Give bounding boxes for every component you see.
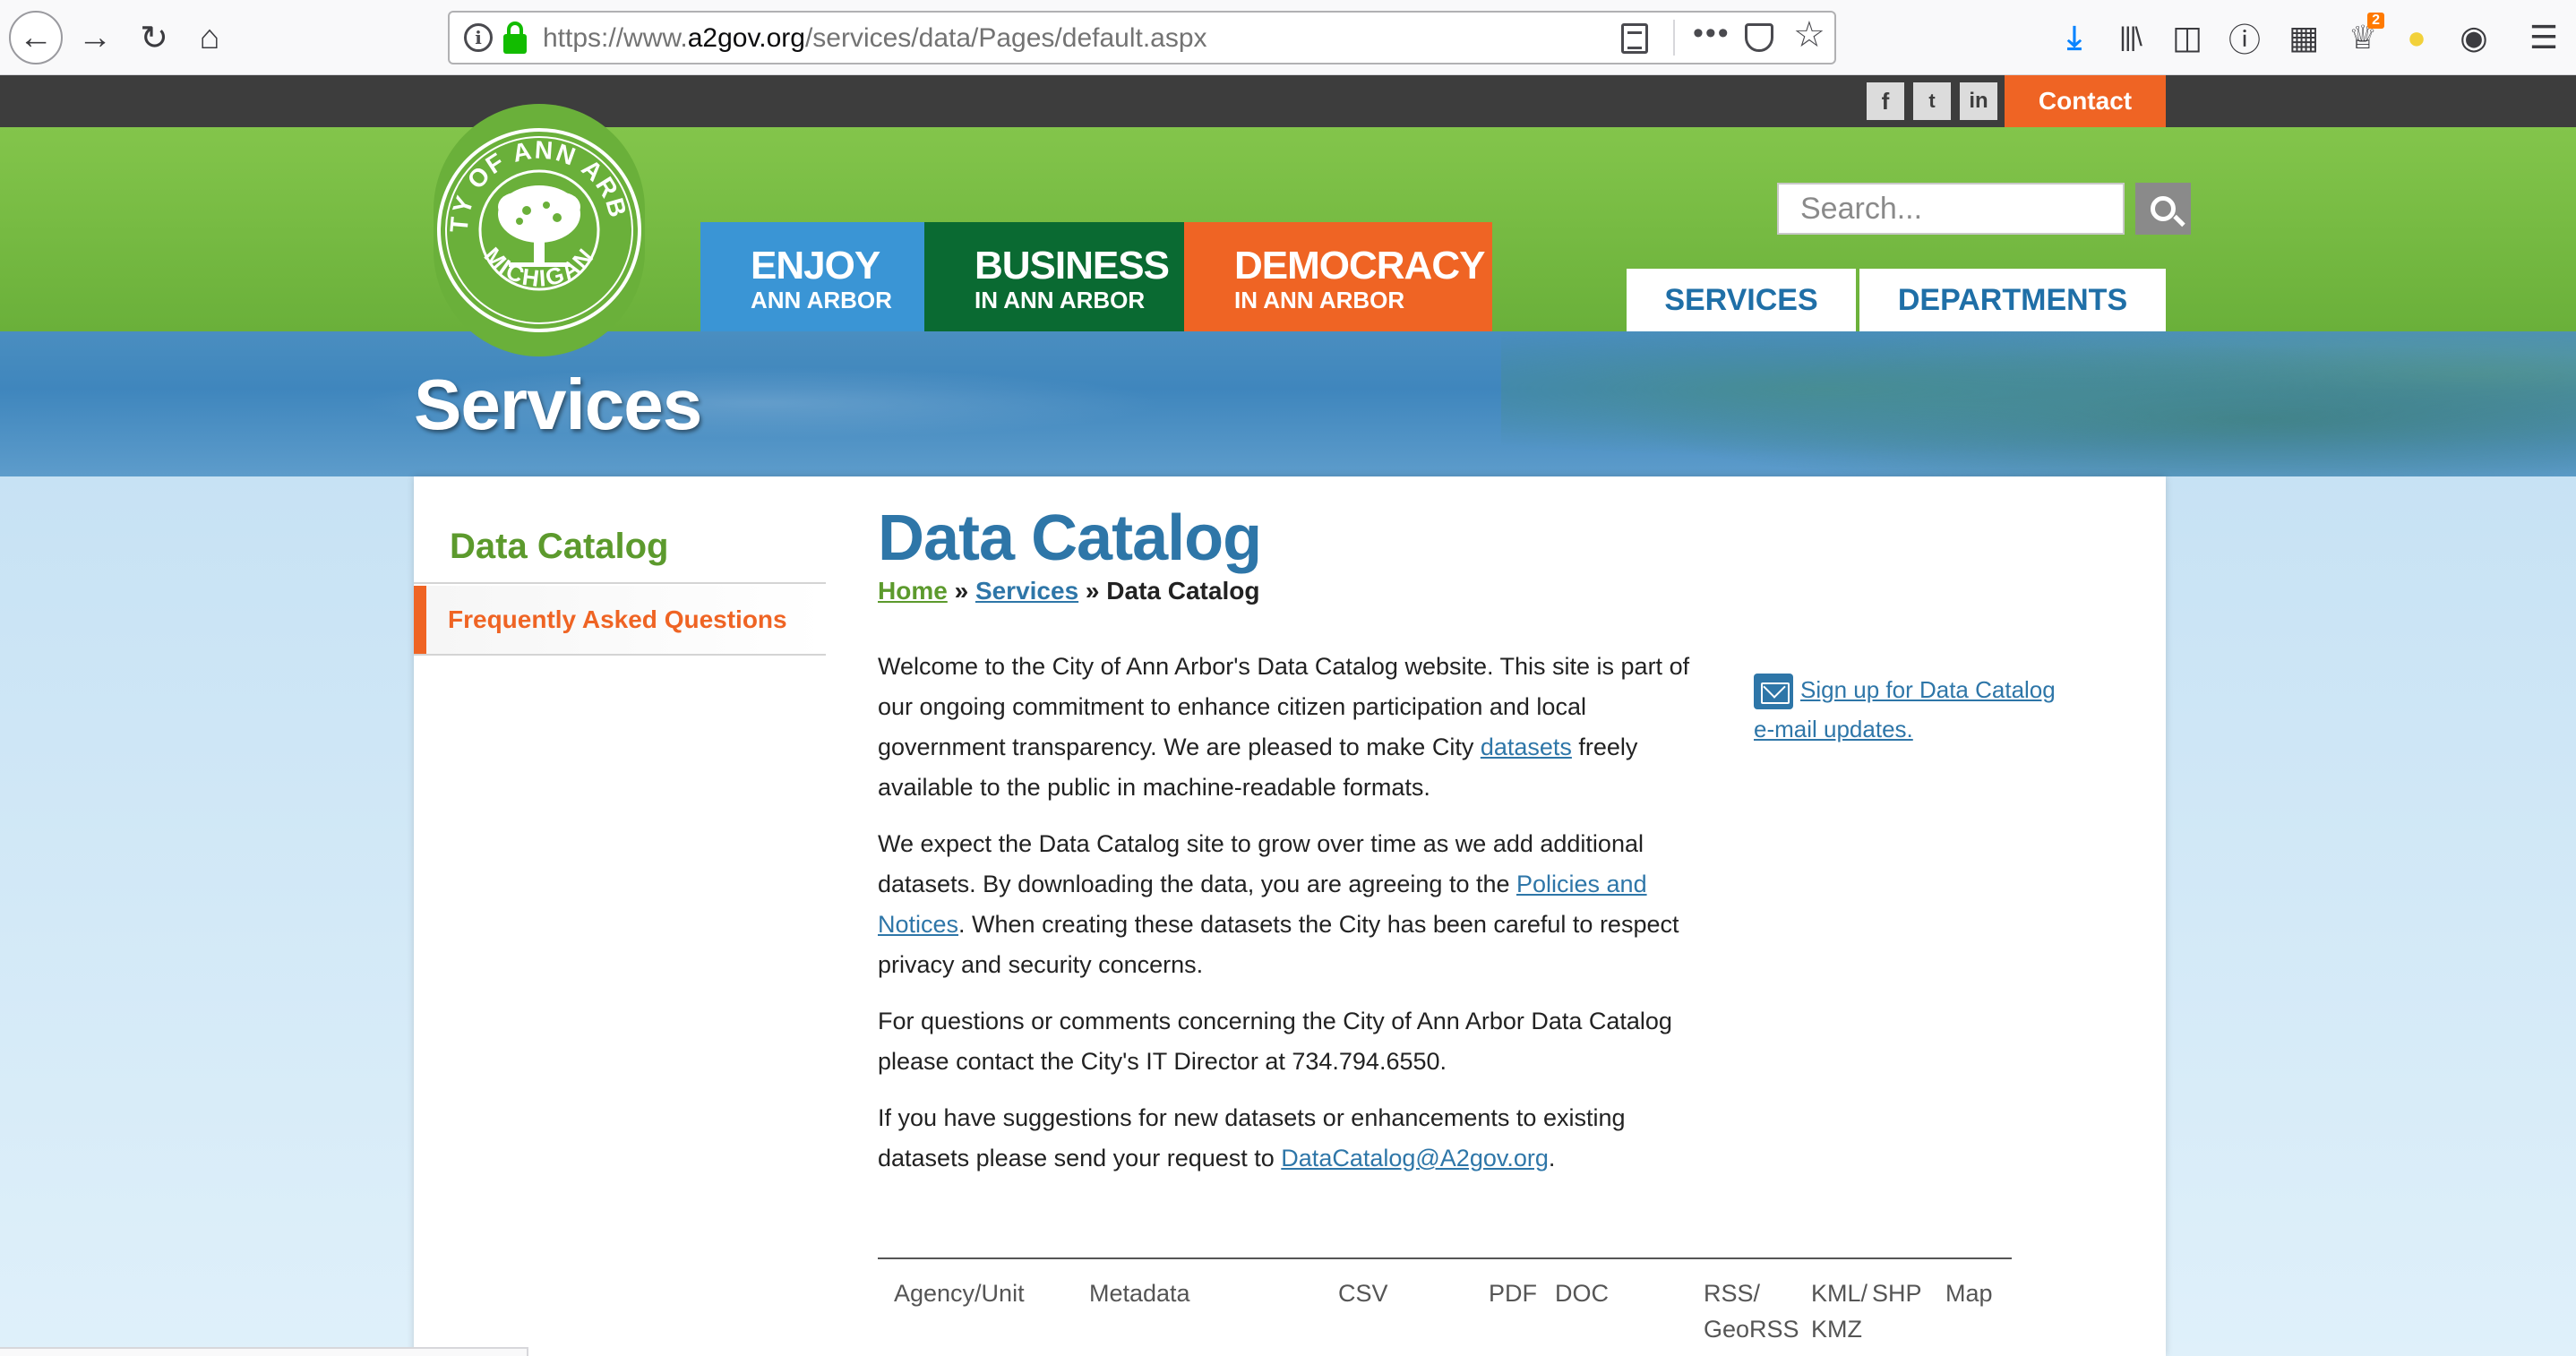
breadcrumb-current: Data Catalog [1106, 577, 1260, 605]
pocket-icon[interactable] [1745, 23, 1773, 52]
hero-trees-image [1501, 331, 2576, 476]
browser-toolbar: ← → ↻ ⌂ i https://www.a2gov.org/services… [0, 0, 2576, 75]
bookmark-star-icon[interactable]: ☆ [1793, 14, 1825, 56]
addon-badge: 2 [2367, 13, 2384, 29]
content-panel: Data Catalog Frequently Asked Questions … [414, 476, 2166, 1356]
reader-list-icon[interactable]: ▦ [2279, 13, 2329, 63]
signup-line-1: Sign up for Data Catalog [1800, 676, 2056, 703]
search-icon [2151, 196, 2176, 221]
city-seal-logo[interactable]: CITY OF ANN ARBOR MICHIGAN [434, 104, 645, 356]
intro-paragraph: Welcome to the City of Ann Arbor's Data … [878, 647, 1702, 808]
column-header-metadata: Metadata [1089, 1280, 1190, 1307]
signup-line-2: e-mail updates. [1754, 716, 1913, 743]
sidebar-icon[interactable]: ◫ [2162, 13, 2212, 63]
nav-democracy-in-ann-arbor[interactable]: DEMOCRACY IN ANN ARBOR [1184, 222, 1492, 331]
breadcrumb-home-link[interactable]: Home [878, 577, 948, 605]
lock-icon [503, 21, 527, 54]
column-header-pdf: PDF [1489, 1280, 1537, 1307]
nav-democracy-subtitle: IN ANN ARBOR [1234, 287, 1405, 313]
agreement-paragraph: We expect the Data Catalog site to grow … [878, 824, 1702, 985]
url-separator [1673, 20, 1675, 56]
dataset-table-header: Agency/Unit Metadata CSV PDF DOC RSS/ Ge… [878, 1257, 2012, 1356]
back-icon[interactable]: ← [9, 11, 63, 64]
hero-banner: Services [0, 331, 2576, 476]
search-placeholder: Search... [1800, 192, 1923, 226]
breadcrumb-services-link[interactable]: Services [975, 577, 1078, 605]
column-header-agency: Agency/Unit [894, 1280, 1025, 1307]
hero-title: Services [414, 365, 702, 444]
sidebar-item-faq[interactable]: Frequently Asked Questions [414, 586, 826, 654]
contact-button[interactable]: Contact [2005, 75, 2166, 127]
search-button[interactable] [2135, 183, 2191, 235]
account-icon[interactable]: ◉ [2449, 13, 2499, 63]
library-icon[interactable]: |||\ [2105, 13, 2155, 63]
url-bar[interactable]: i https://www.a2gov.org/services/data/Pa… [448, 11, 1836, 64]
facebook-icon[interactable]: f [1867, 82, 1904, 120]
agreement-text-end: . When creating these datasets the City … [878, 911, 1679, 978]
email-signup-link[interactable]: Sign up for Data Catalog e-mail updates. [1754, 670, 2112, 749]
bulb-icon[interactable]: ● [2391, 13, 2442, 63]
nav-business-in-ann-arbor[interactable]: BUSINESS IN ANN ARBOR [924, 222, 1184, 331]
page-title: Data Catalog [878, 502, 1262, 574]
reload-icon[interactable]: ↻ [127, 11, 181, 64]
search-input[interactable]: Search... [1777, 183, 2125, 235]
nav-business-subtitle: IN ANN ARBOR [975, 287, 1146, 313]
datasets-link[interactable]: datasets [1481, 734, 1572, 760]
nav-business-title: BUSINESS [975, 244, 1170, 288]
forward-icon[interactable]: → [68, 11, 122, 64]
column-header-doc: DOC [1555, 1280, 1609, 1307]
tab-services[interactable]: SERVICES [1627, 269, 1856, 331]
breadcrumb: Home » Services » Data Catalog [878, 577, 1259, 605]
menu-icon[interactable]: ☰ [2519, 13, 2569, 63]
email-link[interactable]: DataCatalog@A2gov.org [1281, 1145, 1549, 1171]
site-topbar: f t in Contact [0, 75, 2576, 127]
downloads-icon[interactable]: ⤓ [2049, 13, 2099, 63]
sidebar-title[interactable]: Data Catalog [450, 527, 669, 567]
tab-departments[interactable]: DEPARTMENTS [1859, 269, 2166, 331]
addon-icon[interactable]: ♕ 2 [2338, 13, 2388, 63]
nav-enjoy-subtitle: ANN ARBOR [751, 287, 892, 313]
column-header-shp: SHP [1872, 1280, 1922, 1307]
status-bar-edge [0, 1347, 528, 1356]
breadcrumb-separator: » [1078, 577, 1107, 605]
seal-graphic: CITY OF ANN ARBOR MICHIGAN [434, 124, 641, 332]
suggestions-text-end: . [1548, 1145, 1556, 1171]
nav-democracy-title: DEMOCRACY [1234, 244, 1485, 288]
nav-enjoy-ann-arbor[interactable]: ENJOY ANN ARBOR [700, 222, 924, 331]
page-actions-icon[interactable]: ••• [1693, 16, 1730, 51]
home-icon[interactable]: ⌂ [183, 11, 236, 64]
breadcrumb-separator: » [947, 577, 975, 605]
column-header-csv: CSV [1338, 1280, 1388, 1307]
suggestions-paragraph: If you have suggestions for new datasets… [878, 1098, 1702, 1179]
nav-enjoy-title: ENJOY [751, 244, 880, 288]
column-header-map: Map [1945, 1280, 1993, 1307]
reader-view-icon[interactable] [1621, 23, 1648, 54]
extension-icon[interactable]: ⓘ [2220, 13, 2270, 63]
site-info-icon[interactable]: i [464, 23, 493, 52]
column-header-rss: RSS/ GeoRSS [1704, 1280, 1799, 1343]
sidebar-divider [414, 654, 826, 656]
twitter-icon[interactable]: t [1913, 82, 1951, 120]
envelope-icon [1754, 674, 1793, 710]
url-text[interactable]: https://www.a2gov.org/services/data/Page… [543, 23, 1207, 54]
contact-paragraph: For questions or comments concerning the… [878, 1008, 1672, 1075]
linkedin-icon[interactable]: in [1960, 82, 1997, 120]
sidebar-divider [414, 582, 826, 584]
column-header-kml: KML/ KMZ [1811, 1280, 1868, 1343]
